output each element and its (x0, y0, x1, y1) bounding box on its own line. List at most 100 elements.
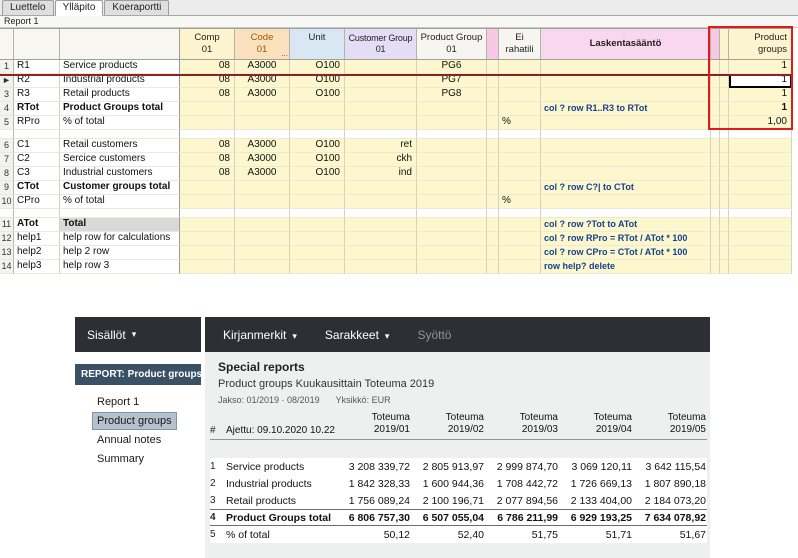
grid-row-id[interactable] (14, 130, 60, 139)
grid-rownum[interactable] (0, 209, 14, 218)
grid-cell-product-group[interactable] (417, 195, 487, 209)
grid-cell-comp[interactable]: 08 (180, 139, 235, 153)
grid-cell-product-groups[interactable] (729, 167, 792, 181)
grid-cell-comp[interactable]: 08 (180, 153, 235, 167)
grid-cell-customer-group[interactable] (345, 102, 417, 116)
grid-cell-spacer[interactable] (711, 232, 720, 246)
grid-rownum[interactable]: 7 (0, 153, 14, 167)
grid-cell-code[interactable] (235, 260, 290, 274)
grid-cell-product-groups[interactable] (729, 209, 792, 218)
grid-cell-spacer[interactable] (487, 88, 499, 102)
grid-cell-unit[interactable] (290, 116, 345, 130)
grid-cell-spacer[interactable] (487, 139, 499, 153)
grid-cell-ei-rahatili[interactable] (499, 74, 541, 88)
grid-cell-comp[interactable] (180, 232, 235, 246)
grid-cell-code[interactable]: A3000 (235, 153, 290, 167)
grid-cell-spacer[interactable] (487, 246, 499, 260)
grid-row-id[interactable]: R3 (14, 88, 60, 102)
grid-row-desc[interactable]: Customer groups total (60, 181, 180, 195)
grid-cell-spacer[interactable] (711, 195, 720, 209)
grid-row-id[interactable]: RTot (14, 102, 60, 116)
grid-cell-product-groups[interactable]: 1 (729, 74, 792, 88)
grid-rownum[interactable]: 14 (0, 260, 14, 274)
grid-row-desc[interactable]: Total (60, 218, 180, 232)
grid-cell-product-groups[interactable] (729, 260, 792, 274)
grid-header-laskentasaanto[interactable]: Laskentasääntö (541, 29, 711, 59)
grid-cell-rule[interactable] (541, 139, 711, 153)
grid-rownum[interactable]: 13 (0, 246, 14, 260)
grid-cell-comp[interactable] (180, 218, 235, 232)
grid-cell-code[interactable] (235, 102, 290, 116)
grid-cell-spacer[interactable] (487, 195, 499, 209)
grid-cell-ei-rahatili[interactable] (499, 139, 541, 153)
grid-cell-spacer[interactable] (487, 181, 499, 195)
grid-row-desc[interactable]: Product Groups total (60, 102, 180, 116)
grid-cell-unit[interactable]: O100 (290, 139, 345, 153)
grid-cell-spacer[interactable] (720, 181, 729, 195)
grid-cell-product-groups[interactable] (729, 195, 792, 209)
grid-cell-code[interactable] (235, 232, 290, 246)
grid-cell-ei-rahatili[interactable] (499, 102, 541, 116)
grid-cell-product-group[interactable]: PG6 (417, 60, 487, 74)
contents-menu-button[interactable]: Sisällöt ▾ (75, 317, 201, 352)
grid-cell-spacer[interactable] (487, 102, 499, 116)
grid-cell-comp[interactable]: 08 (180, 74, 235, 88)
grid-cell-comp[interactable] (180, 209, 235, 218)
menu-sarakkeet[interactable]: Sarakkeet▾ (325, 328, 390, 342)
grid-cell-comp[interactable] (180, 246, 235, 260)
grid-row-desc[interactable]: Retail products (60, 88, 180, 102)
grid-cell-customer-group[interactable] (345, 116, 417, 130)
grid-row-id[interactable]: help1 (14, 232, 60, 246)
grid-cell-unit[interactable]: O100 (290, 60, 345, 74)
grid-cell-ei-rahatili[interactable] (499, 130, 541, 139)
grid-cell-unit[interactable] (290, 232, 345, 246)
grid-rownum[interactable]: ► (0, 74, 14, 88)
grid-rownum[interactable]: 3 (0, 88, 14, 102)
grid-cell-spacer[interactable] (720, 60, 729, 74)
grid-cell-spacer[interactable] (711, 181, 720, 195)
grid-cell-ei-rahatili[interactable] (499, 167, 541, 181)
grid-cell-comp[interactable] (180, 260, 235, 274)
grid-row-desc[interactable]: % of total (60, 116, 180, 130)
grid-row-desc[interactable]: Sercice customers (60, 153, 180, 167)
grid-cell-unit[interactable]: O100 (290, 153, 345, 167)
grid-rownum[interactable]: 1 (0, 60, 14, 74)
grid-cell-rule[interactable]: col ? row C?| to CTot (541, 181, 711, 195)
grid-cell-comp[interactable] (180, 130, 235, 139)
grid-cell-product-groups[interactable] (729, 181, 792, 195)
grid-cell-product-group[interactable] (417, 246, 487, 260)
grid-row-id[interactable]: C2 (14, 153, 60, 167)
grid-header-comp[interactable]: Comp01 (180, 29, 235, 59)
grid-cell-customer-group[interactable] (345, 218, 417, 232)
grid-cell-comp[interactable] (180, 116, 235, 130)
menu-kirjanmerkit[interactable]: Kirjanmerkit▾ (223, 328, 297, 342)
grid-cell-code[interactable]: A3000 (235, 139, 290, 153)
grid-cell-product-groups[interactable] (729, 130, 792, 139)
grid-cell-customer-group[interactable] (345, 74, 417, 88)
grid-cell-spacer[interactable] (720, 232, 729, 246)
grid-row-desc[interactable] (60, 130, 180, 139)
grid-cell-ei-rahatili[interactable] (499, 209, 541, 218)
grid-cell-customer-group[interactable] (345, 181, 417, 195)
grid-cell-spacer[interactable] (711, 116, 720, 130)
grid-header-product-group[interactable]: Product Group01 (417, 29, 487, 59)
grid-rownum[interactable]: 11 (0, 218, 14, 232)
grid-cell-ei-rahatili[interactable] (499, 218, 541, 232)
grid-cell-rule[interactable]: col ? row RPro = RTot / ATot * 100 (541, 232, 711, 246)
grid-cell-spacer[interactable] (720, 167, 729, 181)
grid-cell-unit[interactable] (290, 246, 345, 260)
grid-cell-unit[interactable] (290, 195, 345, 209)
grid-row-id[interactable]: R1 (14, 60, 60, 74)
sidebar-item-summary[interactable]: Summary (93, 451, 148, 467)
grid-cell-product-group[interactable] (417, 181, 487, 195)
grid-cell-spacer[interactable] (720, 88, 729, 102)
grid-cell-spacer[interactable] (711, 209, 720, 218)
grid-cell-spacer[interactable] (711, 139, 720, 153)
grid-cell-spacer[interactable] (720, 102, 729, 116)
grid-cell-unit[interactable] (290, 181, 345, 195)
grid-row-id[interactable]: R2 (14, 74, 60, 88)
grid-cell-spacer[interactable] (720, 246, 729, 260)
grid-row-id[interactable]: CTot (14, 181, 60, 195)
grid-rownum[interactable]: 4 (0, 102, 14, 116)
grid-cell-customer-group[interactable] (345, 246, 417, 260)
